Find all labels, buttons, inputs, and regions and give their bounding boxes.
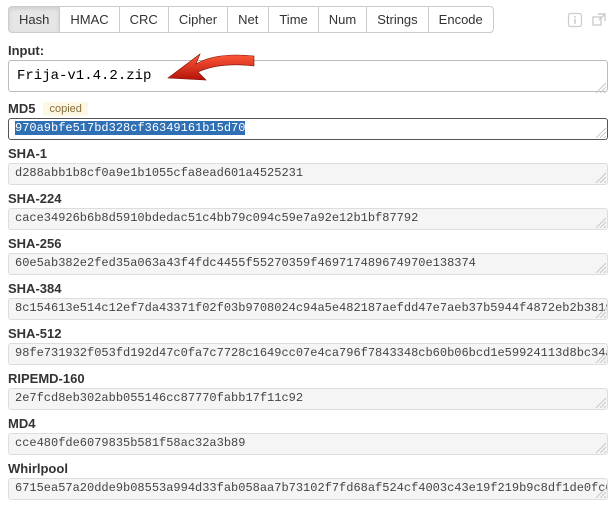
- hash-output[interactable]: 970a9bfe517bd328cf36349161b15d70: [8, 118, 608, 140]
- hash-label: SHA-384: [8, 281, 61, 296]
- input-label: Input:: [8, 43, 44, 58]
- input-field[interactable]: [8, 60, 608, 92]
- hash-output[interactable]: cce480fde6079835b581f58ac32a3b89: [8, 433, 608, 455]
- input-wrap: [8, 60, 608, 95]
- tab-hmac[interactable]: HMAC: [59, 6, 119, 33]
- tab-cipher[interactable]: Cipher: [168, 6, 228, 33]
- hash-output[interactable]: 60e5ab382e2fed35a063a43f4fdc4455f5527035…: [8, 253, 608, 275]
- hash-output-row: d288abb1b8cf0a9e1b1055cfa8ead601a4525231: [8, 163, 608, 185]
- hash-output[interactable]: d288abb1b8cf0a9e1b1055cfa8ead601a4525231: [8, 163, 608, 185]
- tab-hash[interactable]: Hash: [8, 6, 60, 33]
- toolbar: HashHMACCRCCipherNetTimeNumStringsEncode: [0, 0, 616, 37]
- hash-output-row: cace34926b6b8d5910bdedac51c4bb79c094c59e…: [8, 208, 608, 230]
- content: Input: MD5 copied 970a9bfe517bd328cf363491…: [0, 43, 616, 508]
- hash-label: RIPEMD-160: [8, 371, 85, 386]
- hash-label: MD4: [8, 416, 35, 431]
- hash-output-row: cce480fde6079835b581f58ac32a3b89: [8, 433, 608, 455]
- hash-output[interactable]: 2e7fcd8eb302abb055146cc87770fabb17f11c92: [8, 388, 608, 410]
- hash-output[interactable]: 6715ea57a20dde9b08553a994d33fab058aa7b73…: [8, 478, 608, 500]
- hash-output-row: 6715ea57a20dde9b08553a994d33fab058aa7b73…: [8, 478, 608, 500]
- hash-label: SHA-256: [8, 236, 61, 251]
- tab-net[interactable]: Net: [227, 6, 269, 33]
- hash-output[interactable]: 98fe731932f053fd192d47c0fa7c7728c1649cc0…: [8, 343, 608, 365]
- hash-output-row: 970a9bfe517bd328cf36349161b15d70: [8, 118, 608, 140]
- popout-icon[interactable]: [590, 11, 608, 29]
- hash-output-row: 98fe731932f053fd192d47c0fa7c7728c1649cc0…: [8, 343, 608, 365]
- hash-output-row: 60e5ab382e2fed35a063a43f4fdc4455f5527035…: [8, 253, 608, 275]
- tab-encode[interactable]: Encode: [428, 6, 494, 33]
- hash-label: SHA-1: [8, 146, 47, 161]
- tab-strings[interactable]: Strings: [366, 6, 428, 33]
- hash-output[interactable]: cace34926b6b8d5910bdedac51c4bb79c094c59e…: [8, 208, 608, 230]
- hash-output[interactable]: 8c154613e514c12ef7da43371f02f03b9708024c…: [8, 298, 608, 320]
- hash-output-row: 2e7fcd8eb302abb055146cc87770fabb17f11c92: [8, 388, 608, 410]
- hash-label: SHA-224: [8, 191, 61, 206]
- tab-time[interactable]: Time: [268, 6, 318, 33]
- tab-crc[interactable]: CRC: [119, 6, 169, 33]
- tab-num[interactable]: Num: [318, 6, 367, 33]
- info-icon[interactable]: [566, 11, 584, 29]
- hash-output-row: 8c154613e514c12ef7da43371f02f03b9708024c…: [8, 298, 608, 320]
- hash-label: SHA-512: [8, 326, 61, 341]
- copied-badge: copied: [43, 102, 87, 116]
- hash-label: Whirlpool: [8, 461, 68, 476]
- tab-group: HashHMACCRCCipherNetTimeNumStringsEncode: [8, 6, 494, 33]
- hash-label: MD5: [8, 101, 35, 116]
